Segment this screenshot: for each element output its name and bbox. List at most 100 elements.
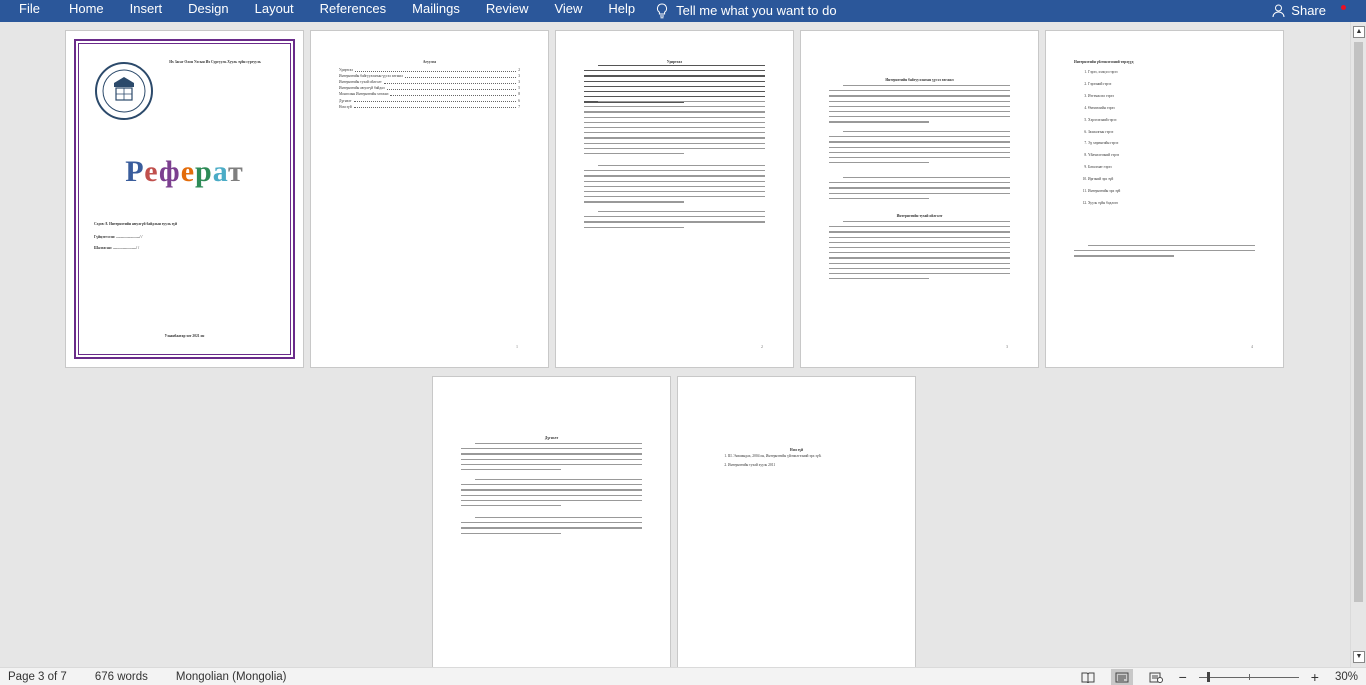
- word-count[interactable]: 676 words: [87, 671, 148, 683]
- zoom-level[interactable]: 30%: [1335, 671, 1358, 683]
- bibliography-item: Интернэтийн тухай хууль 2011: [728, 462, 887, 468]
- read-mode-icon[interactable]: [1077, 669, 1099, 685]
- text-line: [461, 494, 642, 496]
- toc-leader: [383, 79, 517, 84]
- scroll-thumb[interactable]: [1354, 42, 1363, 602]
- page-services-list[interactable]: Интернэтийн үйлчилгээний төрлүүд Гэрээ, …: [1045, 30, 1284, 368]
- web-layout-icon[interactable]: [1145, 669, 1167, 685]
- toc-leader: [386, 85, 517, 90]
- text-line: [584, 226, 684, 228]
- list-item: Хэрэглээний гэрээ: [1088, 117, 1255, 123]
- cover-reviewer: Шалгасан: ........................../ /: [94, 246, 140, 250]
- page-number: 2: [761, 344, 763, 349]
- tab-mailings[interactable]: Mailings: [399, 0, 473, 22]
- text-line: [829, 151, 1010, 154]
- page-count[interactable]: Page 3 of 7: [0, 671, 67, 683]
- lightbulb-icon: [657, 3, 668, 19]
- text-line: [829, 146, 1010, 148]
- document-canvas[interactable]: Их Засаг Олон Улсын Их Сургууль Хууль зү…: [0, 22, 1350, 667]
- cover-title-letter: е: [144, 155, 159, 188]
- toc-entry-page: 7: [518, 104, 520, 109]
- text-line: [584, 175, 765, 177]
- language-indicator[interactable]: Mongolian (Mongolia): [168, 671, 287, 683]
- text-line: [584, 137, 765, 139]
- scroll-up-icon[interactable]: ▲: [1353, 26, 1365, 38]
- toc-entry[interactable]: Ном зүй 7: [339, 104, 520, 110]
- page-conclusion[interactable]: Дүгнэлт: [432, 376, 671, 667]
- cover-title-letter: т: [227, 155, 244, 188]
- text-line: [829, 105, 1010, 108]
- tell-me-search[interactable]: Tell me what you want to do: [656, 0, 837, 22]
- page-bibliography[interactable]: Ном зүй Ш. Энхмандах, 2004 он, Интернэти…: [677, 376, 916, 667]
- history-paragraph: [829, 177, 1010, 203]
- tab-file[interactable]: File: [0, 0, 56, 22]
- list-item: Хууль зүйн бодлого: [1088, 200, 1255, 206]
- tab-layout[interactable]: Layout: [242, 0, 307, 22]
- text-line: [843, 85, 1010, 87]
- text-line: [829, 192, 1010, 194]
- text-line: [584, 170, 765, 172]
- toc-entry-label: Ном зүй: [339, 104, 352, 109]
- text-line: [461, 458, 642, 460]
- text-line: [475, 517, 642, 519]
- text-line: [584, 85, 765, 88]
- text-line: [598, 165, 765, 167]
- text-line: [461, 484, 642, 486]
- page-number: 3: [1006, 344, 1008, 349]
- toc-leader: [355, 67, 517, 72]
- tab-review[interactable]: Review: [473, 0, 542, 22]
- zoom-out-icon[interactable]: −: [1179, 669, 1187, 685]
- tab-insert[interactable]: Insert: [117, 0, 176, 22]
- cover-subject: Сэдэв: 8. Интернэтийн аюулгүй байдлын ху…: [94, 222, 178, 226]
- cover-title-letter: а: [212, 155, 228, 188]
- cover-checker: Гүйцэтгэсэн: ........................../…: [94, 235, 143, 239]
- text-line: [1088, 245, 1255, 247]
- list-item: Гэрээний гэрээ: [1088, 81, 1255, 87]
- cover-footer: Улаанбаатар хот 2021 он: [164, 334, 205, 338]
- text-line: [829, 246, 1010, 249]
- zoom-slider[interactable]: [1198, 671, 1299, 682]
- page-history[interactable]: Интернэтийн байгууллагын үүсэл хөгжил Ин…: [800, 30, 1039, 368]
- page-toc[interactable]: Агуулга Удиртгал 2 Интернэтийн байгууллагы…: [310, 30, 549, 368]
- tab-home[interactable]: Home: [56, 0, 117, 22]
- text-line: [584, 190, 765, 193]
- text-line: [584, 196, 765, 198]
- tab-design[interactable]: Design: [175, 0, 241, 22]
- history-paragraph: [829, 85, 1010, 127]
- list-item: Үйлчилгээний гэрээ: [1088, 152, 1255, 158]
- share-button[interactable]: Share: [1272, 0, 1326, 22]
- toc-leader: [390, 91, 517, 97]
- text-line: [584, 152, 684, 155]
- zoom-slider-knob[interactable]: [1206, 671, 1210, 682]
- text-line: [1074, 250, 1255, 252]
- cover-title-letter: е: [180, 155, 196, 188]
- text-line: [584, 221, 765, 223]
- text-line: [461, 489, 642, 491]
- list-heading: Интернэтийн үйлчилгээний төрлүүд: [1074, 60, 1134, 64]
- text-line: [829, 162, 929, 164]
- text-line: [829, 141, 1010, 143]
- scroll-down-icon[interactable]: ▼: [1353, 651, 1365, 663]
- text-line: [584, 142, 765, 144]
- conclusion-paragraph: [461, 443, 642, 474]
- page-intro[interactable]: Удиртгал 2: [555, 30, 794, 368]
- text-line: [1074, 255, 1174, 257]
- list-item: Итгэмжлэл гэрээ: [1088, 93, 1255, 99]
- vertical-scrollbar[interactable]: ▲ ▼: [1350, 22, 1366, 667]
- zoom-in-icon[interactable]: +: [1311, 669, 1319, 685]
- text-line: [475, 479, 642, 481]
- text-line: [584, 80, 765, 82]
- tab-view[interactable]: View: [541, 0, 595, 22]
- page-cover[interactable]: Их Засаг Олон Улсын Их Сургууль Хууль зү…: [65, 30, 304, 368]
- cover-title-letter: ф: [158, 155, 181, 188]
- tab-help[interactable]: Help: [595, 0, 648, 22]
- history-heading: Интернэтийн байгууллагын үүсэл хөгжил: [885, 78, 954, 82]
- text-line: [829, 252, 1010, 254]
- tab-references[interactable]: References: [307, 0, 399, 22]
- text-line: [584, 106, 765, 108]
- conclusion-paragraph: [461, 517, 642, 538]
- text-line: [461, 453, 642, 455]
- list-item: Эд хөрөнгийн гэрээ: [1088, 140, 1255, 146]
- print-layout-icon[interactable]: [1110, 669, 1133, 685]
- text-line: [829, 116, 1010, 118]
